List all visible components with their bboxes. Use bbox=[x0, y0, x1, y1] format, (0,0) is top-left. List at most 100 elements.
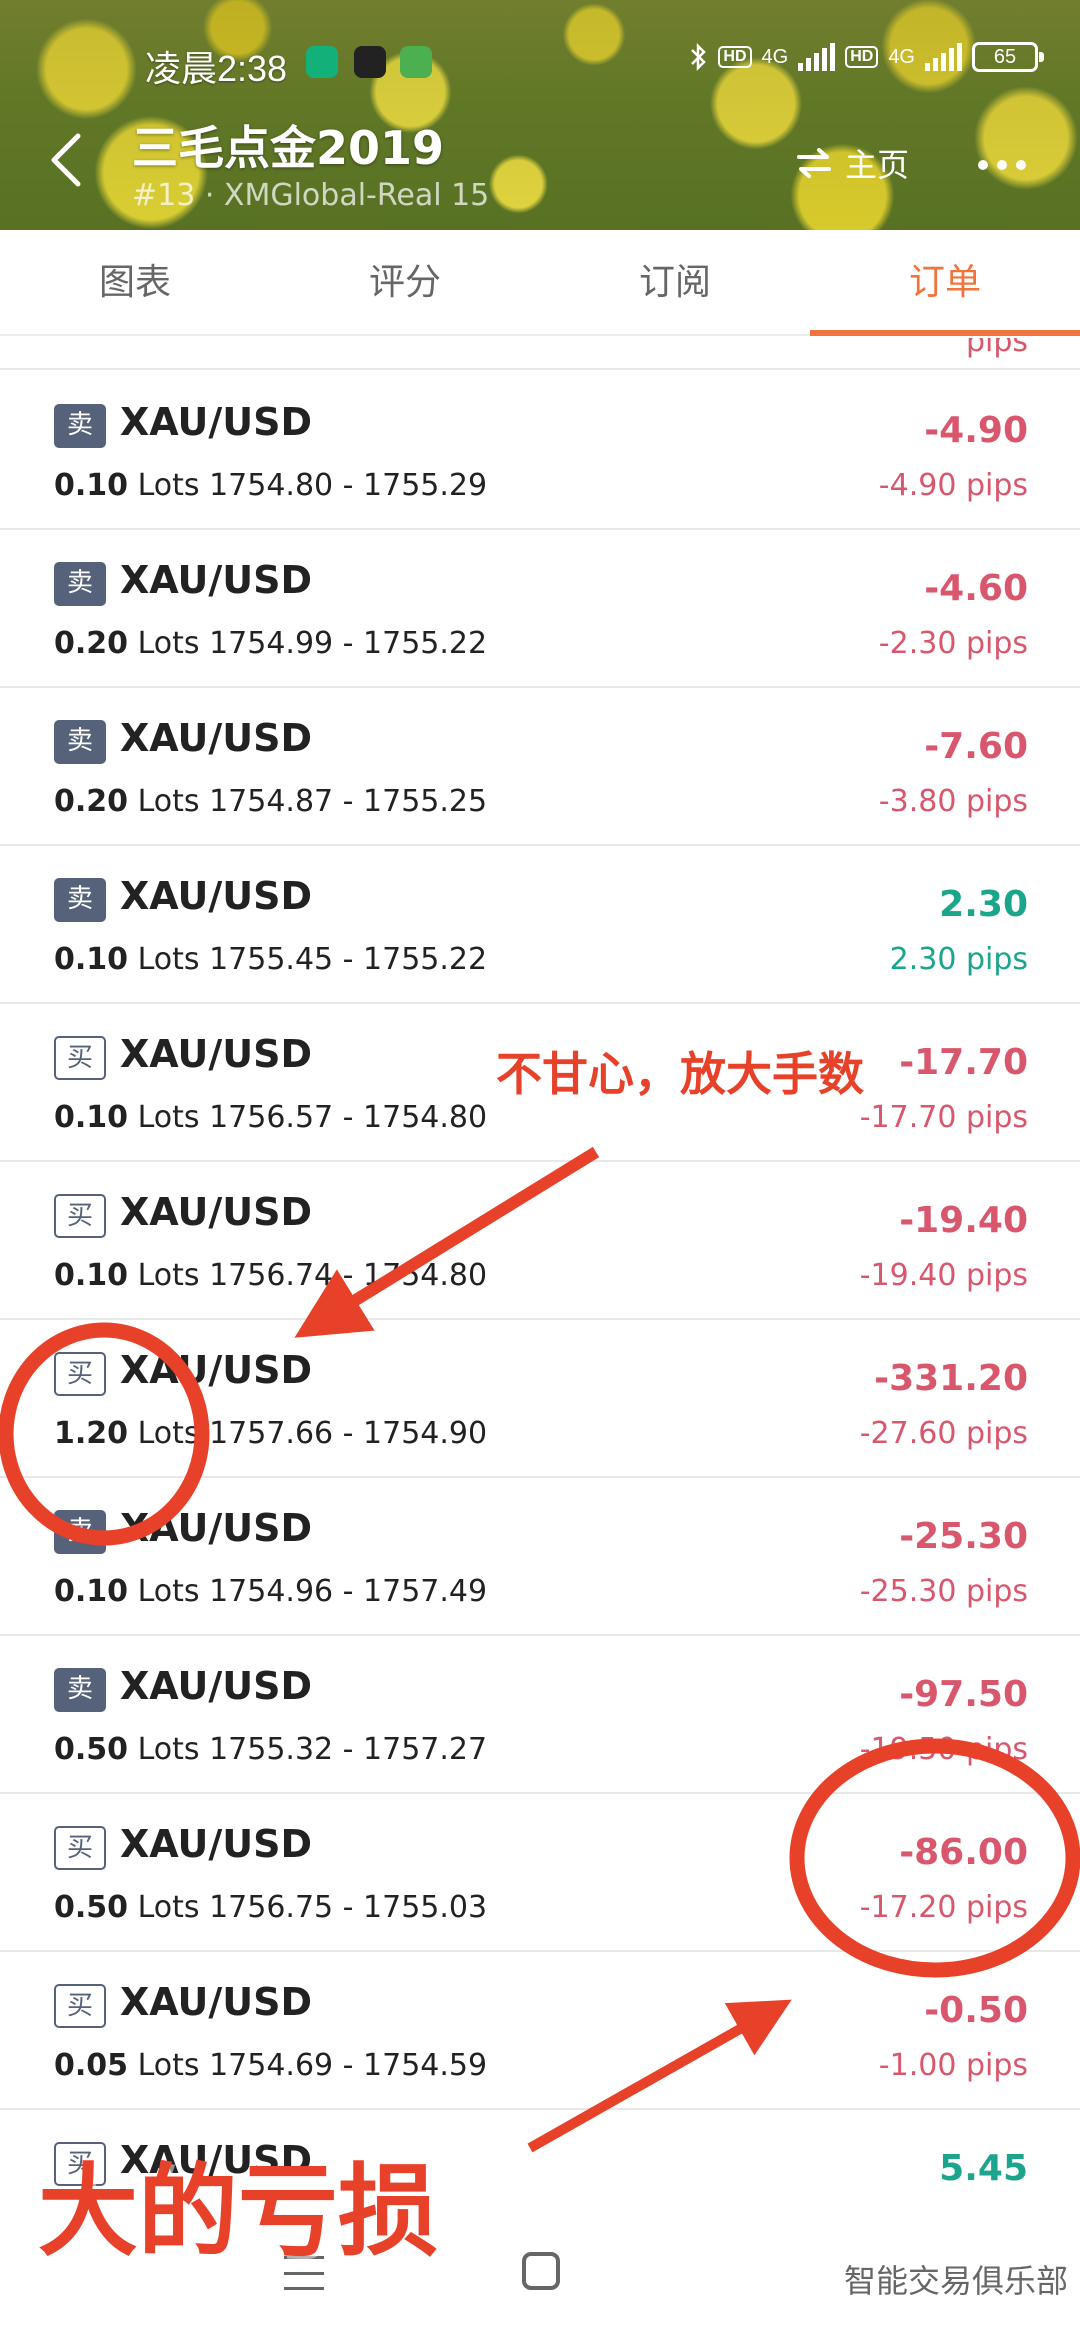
order-profit: -19.40 bbox=[899, 1200, 1028, 1241]
order-pips: -1.00 pips bbox=[878, 2048, 1028, 2083]
order-pips: -2.30 pips bbox=[878, 626, 1028, 661]
order-lots: 0.10 bbox=[54, 468, 129, 503]
order-symbol: XAU/USD bbox=[120, 1664, 313, 1708]
sell-badge: 卖 bbox=[54, 562, 106, 606]
network-type: 4G bbox=[761, 45, 789, 68]
tab-orders[interactable]: 订单 bbox=[810, 230, 1080, 336]
order-price-range: 1754.80 - 1755.29 bbox=[209, 468, 488, 503]
list-item[interactable]: 卖 XAU/USD 0.10 Lots 1755.45 - 1755.22 2.30 2… bbox=[0, 846, 1080, 1004]
order-pips: 2.30 pips bbox=[889, 942, 1028, 977]
order-profit: 2.30 bbox=[939, 884, 1028, 925]
order-detail: 0.10 Lots 1756.74 - 1754.80 bbox=[54, 1258, 487, 1293]
order-price-range: 1754.99 - 1755.22 bbox=[209, 626, 488, 661]
status-time: 凌晨2:38 bbox=[145, 48, 288, 89]
order-detail: 0.10 Lots 1756.57 - 1754.80 bbox=[54, 1100, 487, 1135]
order-symbol: XAU/USD bbox=[120, 558, 313, 602]
order-lots: 0.20 bbox=[54, 626, 129, 661]
order-lots: 1.20 bbox=[54, 1416, 129, 1451]
order-profit: 5.45 bbox=[939, 2148, 1028, 2189]
list-item[interactable]: 卖 XAU/USD 0.20 Lots 1754.99 - 1755.22 -4.60… bbox=[0, 530, 1080, 688]
order-lots-unit: Lots bbox=[137, 784, 200, 819]
more-icon bbox=[978, 160, 988, 170]
order-detail: 0.20 Lots 1754.87 - 1755.25 bbox=[54, 784, 487, 819]
order-price-range: 1756.57 - 1754.80 bbox=[209, 1100, 488, 1135]
buy-badge: 买 bbox=[54, 1036, 106, 1080]
list-item[interactable]: 买 XAU/USD 0.05 Lots 1754.69 - 1754.59 -0.50… bbox=[0, 1952, 1080, 2110]
tab-chart[interactable]: 图表 bbox=[0, 230, 270, 334]
order-pips: -25.30 pips bbox=[859, 1574, 1028, 1609]
order-profit: -4.60 bbox=[924, 568, 1028, 609]
order-lots-unit: Lots bbox=[137, 626, 200, 661]
order-pips: -19.50 pips bbox=[859, 1732, 1028, 1767]
order-symbol: XAU/USD bbox=[120, 716, 313, 760]
tab-bar: 图表 评分 订阅 订单 bbox=[0, 230, 1080, 336]
order-detail: 0.50 Lots 1755.32 - 1757.27 bbox=[54, 1732, 487, 1767]
order-price-range: 1756.75 - 1755.03 bbox=[209, 1890, 488, 1925]
order-price-range: 1757.66 - 1754.90 bbox=[209, 1416, 488, 1451]
order-lots-unit: Lots bbox=[137, 942, 200, 977]
order-detail: 0.20 Lots 1754.99 - 1755.22 bbox=[54, 626, 487, 661]
order-pips: -17.20 pips bbox=[859, 1890, 1028, 1925]
order-detail: 1.20 Lots 1757.66 - 1754.90 bbox=[54, 1416, 487, 1451]
list-item[interactable]: 买 XAU/USD 1.20 Lots 1757.66 - 1754.90 -331.… bbox=[0, 1320, 1080, 1478]
list-item[interactable]: 买 XAU/USD 0.10 Lots 1756.74 - 1754.80 -19.4… bbox=[0, 1162, 1080, 1320]
status-icons: HD 4G HD 4G 65 bbox=[688, 42, 1044, 72]
back-button[interactable] bbox=[44, 130, 88, 190]
annotation-big-loss: 大的亏损 bbox=[38, 2153, 438, 2270]
header: 凌晨2:38 HD 4G HD 4G 65 三毛点金2019 #13 · XMG… bbox=[0, 0, 1080, 230]
buy-badge: 买 bbox=[54, 1826, 106, 1870]
order-price-range: 1756.74 - 1754.80 bbox=[209, 1258, 488, 1293]
signal-icon-2 bbox=[925, 43, 962, 71]
home-button[interactable]: 主页 bbox=[795, 140, 909, 186]
order-pips: -27.60 pips bbox=[859, 1416, 1028, 1451]
list-item-partial: pips bbox=[0, 338, 1080, 370]
order-lots-unit: Lots bbox=[137, 1416, 200, 1451]
order-symbol: XAU/USD bbox=[120, 1822, 313, 1866]
order-pips: -17.70 pips bbox=[859, 1100, 1028, 1135]
order-profit: -4.90 bbox=[924, 410, 1028, 451]
order-list[interactable]: pips 卖 XAU/USD 0.10 Lots 1754.80 - 1755.29… bbox=[0, 338, 1080, 2208]
shield-icon bbox=[306, 46, 338, 78]
page-title: 三毛点金2019 bbox=[132, 121, 445, 175]
buy-badge: 买 bbox=[54, 1194, 106, 1238]
order-profit: -86.00 bbox=[899, 1832, 1028, 1873]
order-price-range: 1754.69 - 1754.59 bbox=[209, 2048, 488, 2083]
order-symbol: XAU/USD bbox=[120, 1190, 313, 1234]
order-profit: -17.70 bbox=[899, 1042, 1028, 1083]
order-lots-unit: Lots bbox=[137, 1258, 200, 1293]
watermark: 智能交易俱乐部 bbox=[843, 2262, 1068, 2300]
nav-home-icon[interactable] bbox=[522, 2252, 560, 2290]
sell-badge: 卖 bbox=[54, 720, 106, 764]
order-lots: 0.50 bbox=[54, 1890, 129, 1925]
list-item[interactable]: 买 XAU/USD 0.50 Lots 1756.75 - 1755.03 -86.0… bbox=[0, 1794, 1080, 1952]
order-detail: 0.05 Lots 1754.69 - 1754.59 bbox=[54, 2048, 487, 2083]
list-item[interactable]: 卖 XAU/USD 0.10 Lots 1754.96 - 1757.49 -25.3… bbox=[0, 1478, 1080, 1636]
list-item[interactable]: 卖 XAU/USD 0.10 Lots 1754.80 - 1755.29 -4.90… bbox=[0, 372, 1080, 530]
order-symbol: XAU/USD bbox=[120, 1980, 313, 2024]
bluetooth-icon bbox=[691, 42, 707, 72]
order-lots: 0.50 bbox=[54, 1732, 129, 1767]
order-symbol: XAU/USD bbox=[120, 400, 313, 444]
tab-subscribe[interactable]: 订阅 bbox=[540, 230, 810, 334]
order-profit: -331.20 bbox=[874, 1358, 1028, 1399]
list-item[interactable]: 卖 XAU/USD 0.20 Lots 1754.87 - 1755.25 -7.60… bbox=[0, 688, 1080, 846]
sell-badge: 卖 bbox=[54, 1510, 106, 1554]
order-lots-unit: Lots bbox=[137, 1732, 200, 1767]
order-lots-unit: Lots bbox=[137, 1574, 200, 1609]
order-detail: 0.10 Lots 1754.96 - 1757.49 bbox=[54, 1574, 487, 1609]
more-button[interactable] bbox=[978, 160, 1026, 170]
sell-badge: 卖 bbox=[54, 404, 106, 448]
hd-badge-2: HD bbox=[845, 46, 879, 68]
order-lots-unit: Lots bbox=[137, 1100, 200, 1135]
sell-badge: 卖 bbox=[54, 878, 106, 922]
tab-rating[interactable]: 评分 bbox=[270, 230, 540, 334]
order-profit: -25.30 bbox=[899, 1516, 1028, 1557]
order-symbol: XAU/USD bbox=[120, 1348, 313, 1392]
order-pips: -19.40 pips bbox=[859, 1258, 1028, 1293]
hd-badge: HD bbox=[718, 46, 752, 68]
list-item[interactable]: 卖 XAU/USD 0.50 Lots 1755.32 - 1757.27 -97.5… bbox=[0, 1636, 1080, 1794]
order-symbol: XAU/USD bbox=[120, 1032, 313, 1076]
order-symbol: XAU/USD bbox=[120, 1506, 313, 1550]
order-price-range: 1754.96 - 1757.49 bbox=[209, 1574, 488, 1609]
buy-badge: 买 bbox=[54, 1352, 106, 1396]
